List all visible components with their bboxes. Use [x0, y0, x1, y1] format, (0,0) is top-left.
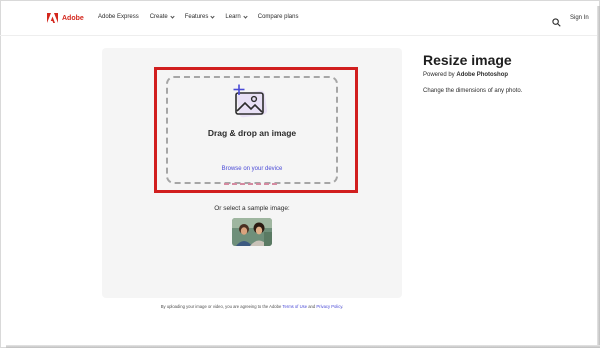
nav-item-label: Adobe Express — [98, 14, 139, 20]
chevron-down-icon — [170, 13, 175, 19]
browse-device-link[interactable]: Browse on your device — [166, 166, 338, 172]
drop-zone-accent — [224, 183, 280, 185]
sample-photo — [232, 218, 272, 246]
page-description: Change the dimensions of any photo. — [423, 88, 523, 94]
nav-item-adobe-express[interactable]: Adobe Express — [98, 14, 139, 20]
brand-name: Adobe — [62, 14, 84, 22]
sample-image-thumbnail[interactable] — [232, 218, 272, 246]
nav-item-create[interactable]: Create — [149, 13, 175, 20]
legal-prefix: By uploading your image or video, you ar… — [160, 304, 283, 309]
nav-item-label: Learn — [225, 14, 241, 20]
nav-item-label: Create — [149, 14, 168, 20]
legal-suffix: . — [342, 304, 344, 309]
page-title: Resize image — [423, 52, 512, 68]
nav-item-features[interactable]: Features — [184, 13, 216, 20]
main-nav: Adobe Express Create Features Learn Comp… — [98, 13, 299, 20]
search-button[interactable] — [552, 14, 561, 27]
drop-zone-title: Drag & drop an image — [207, 128, 297, 138]
image-add-icon — [232, 84, 268, 118]
adobe-logo-icon — [47, 13, 58, 23]
sign-in-link[interactable]: Sign In — [570, 15, 589, 21]
sample-image-label: Or select a sample image: — [214, 205, 290, 212]
chevron-down-icon — [210, 13, 216, 19]
legal-middle: and — [307, 304, 317, 309]
privacy-policy-link[interactable]: Privacy Policy — [316, 304, 342, 309]
nav-item-compare-plans[interactable]: Compare plans — [258, 14, 299, 20]
search-icon — [552, 18, 561, 27]
legal-notice: By uploading your image or video, you ar… — [102, 304, 402, 309]
powered-by-prefix: Powered by — [423, 72, 457, 78]
powered-by-product: Adobe Photoshop — [456, 72, 509, 78]
nav-item-label: Features — [184, 14, 209, 20]
powered-by: Powered by Adobe Photoshop — [423, 72, 508, 78]
nav-item-learn[interactable]: Learn — [225, 13, 248, 20]
terms-of-use-link[interactable]: Terms of Use — [282, 304, 307, 309]
chevron-down-icon — [243, 13, 248, 19]
nav-item-label: Compare plans — [257, 14, 299, 20]
adobe-logo[interactable]: Adobe — [47, 13, 84, 23]
top-navigation: Adobe Adobe Express Create Features Lear… — [0, 0, 597, 36]
